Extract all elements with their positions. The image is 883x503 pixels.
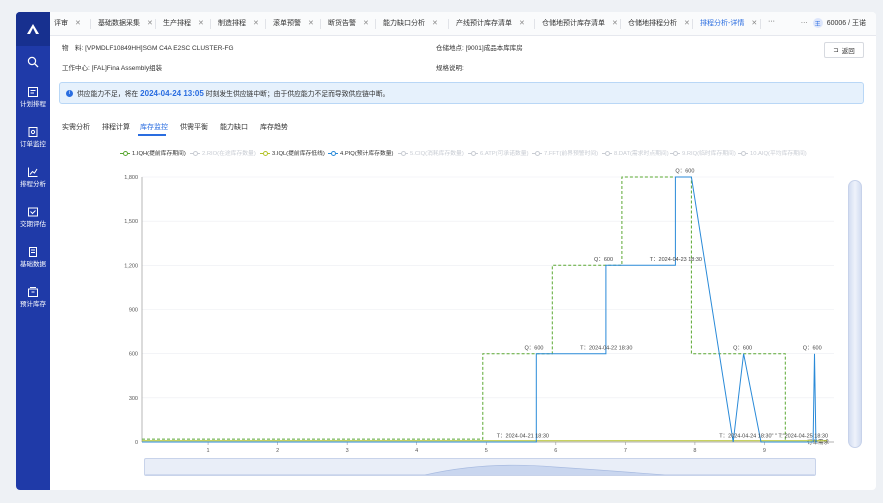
data-label: T：2024-04-22 18:30 [580, 345, 632, 351]
x-tick-label: 1 [207, 448, 210, 454]
data-label: T：2024-04-21 18:30 [497, 434, 549, 440]
data-label: Q：600 [803, 345, 822, 351]
y-tick-label: 1,800 [124, 175, 138, 181]
data-label: Q：600 [594, 257, 613, 263]
data-label: T：2024-04-23 18:30 [650, 257, 702, 263]
x-tick-label: 3 [346, 448, 349, 454]
y-tick-label: 900 [129, 308, 138, 314]
x-tick-label: 4 [415, 448, 418, 454]
data-label: T：2024-04-24 18:30" " T:"2024-04-25 18:3… [719, 434, 828, 440]
y-tick-label: 300 [129, 396, 138, 402]
y-tick-label: 0 [135, 440, 138, 446]
x-tick-label: 7 [624, 448, 627, 454]
app-window: 计划排程 订单监控 排程分析 交期评估 基础数据 预计库存 评审 ✕ 基础数据采集… [16, 12, 876, 490]
x-tick-label: 5 [485, 448, 488, 454]
zoom-preview [145, 464, 815, 475]
x-tick-label: 9 [763, 448, 766, 454]
x-zoom-slider[interactable] [144, 458, 816, 476]
y-tick-label: 1,200 [124, 263, 138, 269]
y-zoom-slider[interactable] [848, 180, 862, 448]
x-tick-label: 6 [554, 448, 557, 454]
data-label: Q：600 [525, 345, 544, 351]
y-tick-label: 1,500 [124, 219, 138, 225]
y-tick-label: 600 [129, 352, 138, 358]
data-label: Q：600 [733, 345, 752, 351]
x-tick-label: 8 [693, 448, 696, 454]
x-tick-label: 2 [276, 448, 279, 454]
inventory-chart: 03006009001,2001,5001,8001 2 3 4 5 6 7 8 9订单需求T：… [124, 169, 834, 454]
data-label: Q：600 [675, 169, 694, 175]
